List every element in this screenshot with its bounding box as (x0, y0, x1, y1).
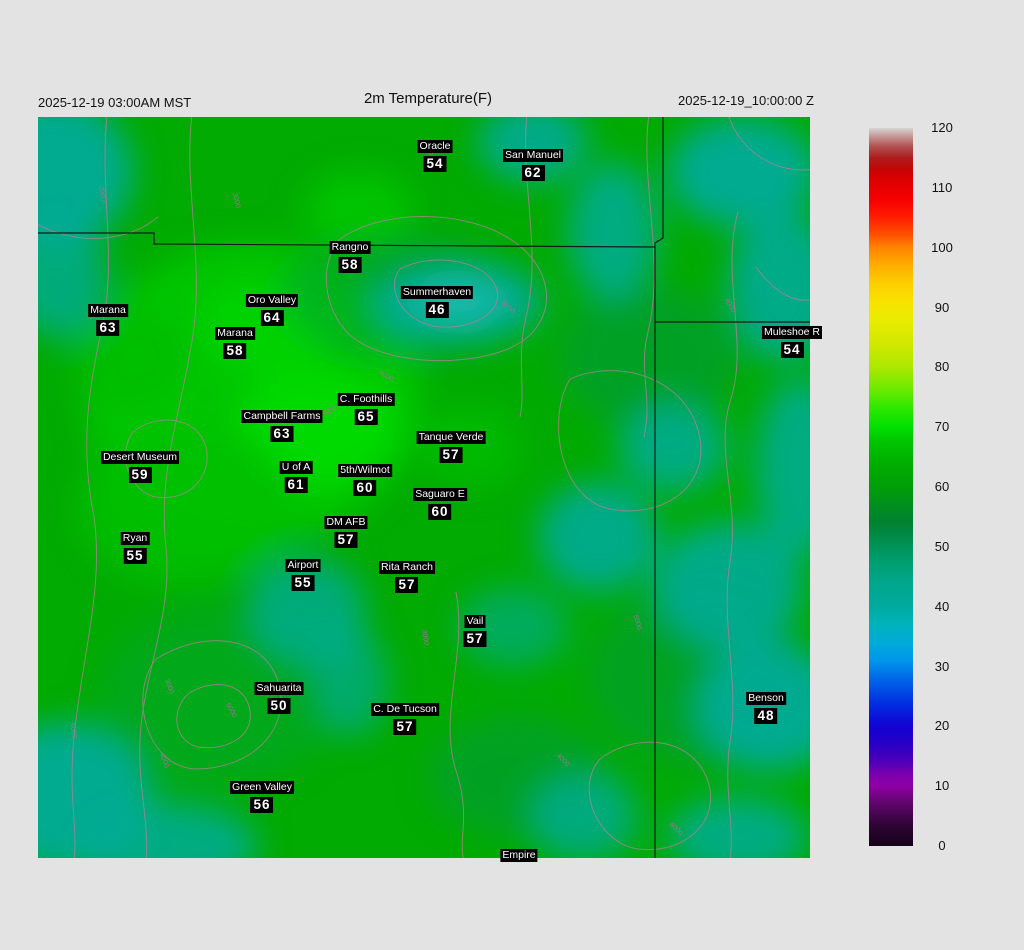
colorbar-tick-label: 0 (938, 838, 946, 853)
station-label: C. De Tucson 57 (371, 699, 439, 736)
station-label: Rita Ranch 57 (379, 557, 435, 594)
station-name: Oracle (417, 140, 453, 153)
colorbar-tick-label: 90 (934, 299, 950, 315)
station-temperature-value: 55 (291, 575, 315, 591)
station-name: Rangno (329, 241, 371, 254)
page-title: 2m Temperature(F) (363, 90, 493, 107)
station-temperature-value: 46 (425, 302, 449, 318)
station-name: Empire (500, 849, 538, 862)
station-temperature-value: 58 (338, 257, 362, 273)
station-temperature-value: 63 (96, 320, 120, 336)
station-name: Campbell Farms (241, 410, 323, 423)
station-label: Oro Valley 64 (245, 290, 299, 327)
colorbar: 120 110 100 90 80 70 60 50 40 30 20 10 0 (869, 120, 953, 853)
station-name: Airport (285, 559, 321, 572)
colorbar-tick-label: 80 (934, 359, 950, 375)
colorbar-tick-label: 30 (934, 658, 950, 674)
station-name: Green Valley (230, 781, 294, 794)
station-temperature-value: 63 (270, 426, 294, 442)
station-label: Marana 58 (215, 323, 255, 360)
station-label: DM AFB 57 (324, 512, 368, 549)
station-temperature-value: 60 (353, 480, 377, 496)
station-name: DM AFB (324, 516, 368, 529)
colorbar-tick-label: 40 (934, 598, 950, 614)
colorbar-tick-label: 50 (934, 538, 950, 554)
station-name: Saguaro E (413, 488, 467, 501)
station-temperature-value: 62 (521, 165, 545, 181)
station-name: San Manuel (502, 149, 564, 162)
station-label: Empire (500, 845, 538, 863)
station-label: Marana 63 (88, 300, 128, 337)
colorbar-tick-label: 70 (934, 419, 950, 435)
station-temperature-value: 54 (780, 342, 804, 358)
station-name: Desert Museum (100, 451, 180, 464)
station-name: Summerhaven (400, 286, 474, 299)
station-temperature-value: 65 (354, 409, 378, 425)
timestamp-utc: 2025-12-19_10:00:00 Z (678, 93, 814, 108)
station-label: Saguaro E 60 (413, 484, 467, 521)
station-name: Tanque Verde (416, 431, 486, 444)
station-temperature-value: 61 (284, 477, 308, 493)
station-temperature-value: 50 (267, 698, 291, 714)
colorbar-tick-label: 60 (934, 479, 950, 494)
station-label: Airport 55 (285, 555, 321, 592)
station-label: Tanque Verde 57 (416, 427, 486, 464)
station-name: C. Foothills (337, 393, 395, 406)
station-label: Campbell Farms 63 (241, 406, 323, 443)
station-name: C. De Tucson (371, 703, 439, 716)
station-name: Ryan (120, 532, 150, 545)
station-label: C. Foothills 65 (337, 389, 395, 426)
station-label: Green Valley 56 (230, 777, 294, 814)
colorbar-tick-label: 120 (931, 120, 953, 135)
station-temperature-value: 48 (754, 708, 778, 724)
station-label: Summerhaven 46 (400, 282, 474, 319)
colorbar-gradient (869, 128, 913, 846)
station-temperature-value: 60 (428, 504, 452, 520)
station-name: Sahuarita (254, 682, 304, 695)
temperature-map: 2000300040005000600030004000300050004000… (38, 117, 823, 862)
station-temperature-value: 54 (423, 156, 447, 172)
colorbar-tick-label: 10 (934, 778, 950, 794)
station-temperature-value: 56 (250, 797, 274, 813)
station-name: U of A (279, 461, 313, 474)
station-temperature-value: 58 (223, 343, 247, 359)
station-label: Ryan 55 (120, 528, 150, 565)
station-label: San Manuel 62 (502, 145, 564, 182)
station-name: 5th/Wilmot (338, 464, 392, 477)
station-temperature-value: 55 (123, 548, 147, 564)
station-name: Benson (746, 692, 786, 705)
station-temperature-value: 57 (395, 577, 419, 593)
station-name: Vail (464, 615, 486, 628)
station-temperature-value: 57 (463, 631, 487, 647)
station-label: Rangno 58 (329, 237, 371, 274)
station-label: Benson 48 (746, 688, 786, 725)
station-label: Desert Museum 59 (100, 447, 180, 484)
station-label: Vail 57 (463, 611, 487, 648)
colorbar-tick-label: 110 (931, 179, 953, 195)
station-label: U of A 61 (279, 457, 313, 494)
station-label: Sahuarita 50 (254, 678, 304, 715)
station-name: Rita Ranch (379, 561, 435, 574)
timestamp-local: 2025-12-19 03:00AM MST (38, 95, 192, 110)
colorbar-tick-label: 100 (931, 239, 953, 255)
station-temperature-value: 57 (439, 447, 463, 463)
station-label: 5th/Wilmot 60 (338, 460, 392, 497)
station-name: Marana (215, 327, 255, 340)
station-temperature-value: 59 (128, 467, 152, 483)
station-temperature-value: 57 (393, 719, 417, 735)
station-name: Oro Valley (245, 294, 299, 307)
station-temperature-value: 57 (334, 532, 358, 548)
station-temperature-value: 64 (260, 310, 284, 326)
station-name: Marana (88, 304, 128, 317)
station-label: Muleshoe R 54 (761, 322, 823, 359)
station-name: Muleshoe R (761, 326, 823, 339)
station-label: Oracle 54 (417, 136, 453, 173)
colorbar-tick-label: 20 (934, 718, 950, 734)
